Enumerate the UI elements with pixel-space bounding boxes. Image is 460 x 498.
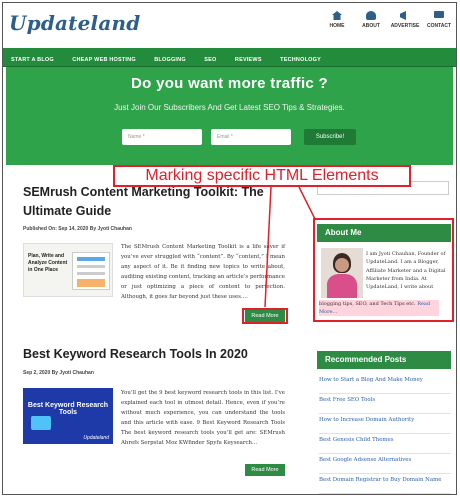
browser-viewport: Updateland HOME ABOUT ADVERTISE CONTACT … [2, 2, 457, 495]
arrow-to-about [298, 186, 316, 220]
annotation-arrows [264, 186, 316, 308]
arrow-to-read-more [264, 186, 272, 308]
